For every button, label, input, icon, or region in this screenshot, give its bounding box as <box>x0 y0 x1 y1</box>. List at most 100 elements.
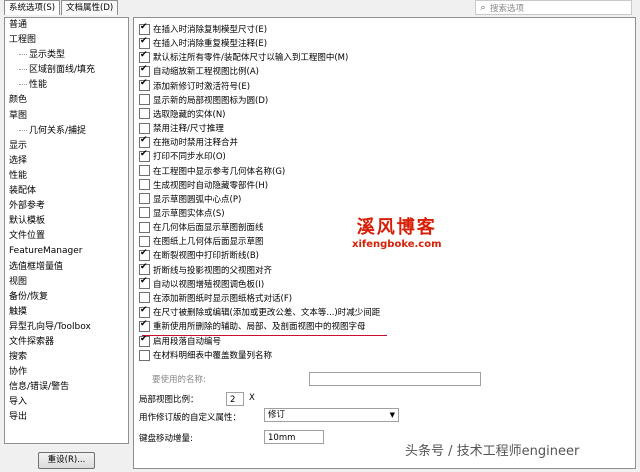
option-checkbox[interactable] <box>139 276 150 290</box>
option-row[interactable]: 在工程图中显示参考几何体名称(G) <box>139 164 285 178</box>
tab-system-options[interactable]: 系统选项(S) <box>4 0 61 15</box>
option-row[interactable]: 在添加新图纸时显示图纸格式对话(F) <box>139 291 292 305</box>
option-label: 显示新的局部视图图标为圆(D) <box>153 95 269 106</box>
option-label: 显示草图圆弧中心点(P) <box>153 194 242 205</box>
tree-item[interactable]: 外部参考 <box>5 199 128 214</box>
option-checkbox[interactable] <box>139 94 150 106</box>
tree-item[interactable]: 性能 <box>5 169 128 184</box>
custom-property-value: 修订 <box>268 410 286 420</box>
tree-item[interactable]: 备份/恢复 <box>5 290 128 305</box>
tab-bar: 系统选项(S) 文档属性(D) <box>4 0 119 15</box>
tree-item[interactable]: FeatureManager <box>5 244 128 259</box>
tree-item[interactable]: 区域剖面线/填充 <box>5 63 128 78</box>
qty-name-input[interactable] <box>309 372 481 386</box>
tree-item[interactable]: 触摸 <box>5 305 128 320</box>
tree-item[interactable]: 协作 <box>5 365 128 380</box>
tree-item[interactable]: 默认模板 <box>5 214 128 229</box>
option-checkbox[interactable] <box>139 78 150 92</box>
option-row[interactable]: 在材料明细表中覆盖数量列名称 <box>139 348 272 362</box>
option-row[interactable]: 在插入时消除复制模型尺寸(E) <box>139 22 267 36</box>
option-row[interactable]: 打印不同步水印(O) <box>139 149 226 163</box>
tree-item[interactable]: 导出 <box>5 410 128 425</box>
detail-scale-label: 局部视图比例： <box>139 395 199 405</box>
option-label: 在断裂视图中打印折断线(B) <box>153 251 259 262</box>
tree-item[interactable]: 草图 <box>5 109 128 124</box>
tree-item[interactable]: 异型孔向导/Toolbox <box>5 320 128 335</box>
option-row[interactable]: 显示草图圆弧中心点(P) <box>139 192 241 206</box>
tree-item[interactable]: 普通 <box>5 18 128 33</box>
option-checkbox[interactable] <box>139 179 150 191</box>
tree-item[interactable]: 显示 <box>5 139 128 154</box>
option-row[interactable]: 添加新修订时激活符号(E) <box>139 78 251 93</box>
option-row[interactable]: 显示草图实体点(S) <box>139 206 225 220</box>
option-row[interactable]: 选取隐藏的实体(N) <box>139 107 226 121</box>
option-checkbox[interactable] <box>139 207 150 219</box>
keyboard-step-input[interactable]: 10mm <box>264 430 324 444</box>
option-checkbox[interactable] <box>139 319 150 332</box>
option-checkbox[interactable] <box>139 349 150 361</box>
reset-button[interactable]: 重设(R)... <box>38 452 95 469</box>
option-row[interactable]: 自动缩放新工程视图比例(A) <box>139 64 259 78</box>
option-row[interactable]: 在拖动时禁用注释合并 <box>139 135 238 149</box>
tree-item[interactable]: 选择 <box>5 154 128 169</box>
option-row[interactable]: 在几何体后面显示草图剖面线 <box>139 220 264 234</box>
option-label: 禁用注释/尺寸推理 <box>153 124 224 135</box>
option-checkbox[interactable] <box>139 165 150 176</box>
option-row[interactable]: 在插入时消除重复模型注释(E) <box>139 36 267 50</box>
option-checkbox[interactable] <box>139 64 150 77</box>
tree-item[interactable]: 性能 <box>5 78 128 93</box>
tree-item[interactable]: 文件位置 <box>5 229 128 244</box>
option-checkbox[interactable] <box>139 108 150 120</box>
tree-item[interactable]: 搜索 <box>5 350 128 365</box>
search-box[interactable]: ⌕ 搜索选项 <box>475 0 632 15</box>
detail-scale-input[interactable]: 2 <box>226 392 244 406</box>
tree-item[interactable]: 装配体 <box>5 184 128 199</box>
option-row[interactable]: 禁用注释/尺寸推理 <box>139 121 224 135</box>
option-checkbox[interactable] <box>139 122 150 134</box>
option-row[interactable]: 生成视图时自动隐藏零部件(H) <box>139 178 268 192</box>
option-row[interactable]: 启用段落自动编号 <box>139 334 221 348</box>
option-label: 在几何体后面显示草图剖面线 <box>153 223 264 234</box>
detail-scale-unit: X <box>249 393 255 403</box>
options-tree: 普通 工程图 显示类型 区域剖面线/填充 性能 颜色 草图 几何关系/捕捉 显示 选择 性能 装配体外… <box>4 17 129 444</box>
footer-credit: 头条号 / 技术工程师engineer <box>405 444 580 459</box>
option-checkbox[interactable] <box>139 149 150 162</box>
tree-item[interactable]: 信息/错误/警告 <box>5 380 128 395</box>
option-row[interactable]: 在断裂视图中打印折断线(B) <box>139 248 259 262</box>
tree-item[interactable]: 显示类型 <box>5 48 128 63</box>
option-row[interactable]: 显示新的局部视图图标为圆(D) <box>139 93 268 107</box>
tree-item[interactable]: 导入 <box>5 395 128 410</box>
option-checkbox[interactable] <box>139 334 150 347</box>
tab-document-properties[interactable]: 文档属性(D) <box>61 0 119 15</box>
option-row[interactable]: 在图纸上几何体后面显示草图 <box>139 234 264 248</box>
option-checkbox[interactable] <box>139 305 150 318</box>
option-checkbox[interactable] <box>139 135 150 148</box>
option-row[interactable]: 默认标注所有零件/装配体尺寸以输入到工程图中(M) <box>139 50 348 64</box>
option-checkbox[interactable] <box>139 193 150 205</box>
custom-property-select[interactable]: 修订 ▼ <box>264 408 399 422</box>
option-row[interactable]: 在尺寸被删除或编辑(添加或更改公差、文本等...)时减少间距 <box>139 305 380 319</box>
option-checkbox[interactable] <box>139 262 150 276</box>
search-input[interactable]: 搜索选项 <box>490 2 524 14</box>
option-checkbox[interactable] <box>139 292 150 304</box>
tree-item[interactable]: 工程图 <box>5 33 128 48</box>
option-label: 打印不同步水印(O) <box>153 152 226 163</box>
option-checkbox[interactable] <box>139 50 150 63</box>
custom-property-label: 用作修订版的自定义属性： <box>139 413 242 423</box>
option-checkbox[interactable] <box>139 235 150 247</box>
tree-item[interactable]: 颜色 <box>5 93 128 108</box>
tree-item[interactable]: 视图 <box>5 275 128 290</box>
option-checkbox[interactable] <box>139 248 150 261</box>
option-checkbox[interactable] <box>139 22 150 35</box>
option-row[interactable]: 重新使用所删除的辅助、局部、及剖面视图中的视图字母 <box>139 319 366 333</box>
tree-item[interactable]: 文件探索器 <box>5 335 128 350</box>
option-row[interactable]: 自动以视图增殖视图调色板(I) <box>139 276 264 291</box>
option-row[interactable]: 折断线与投影视图的父视图对齐 <box>139 262 272 277</box>
option-checkbox[interactable] <box>139 221 150 233</box>
option-checkbox[interactable] <box>139 36 150 49</box>
option-label: 添加新修订时激活符号(E) <box>153 81 251 92</box>
option-label: 在图纸上几何体后面显示草图 <box>153 237 264 248</box>
tree-item[interactable]: 几何关系/捕捉 <box>5 124 128 139</box>
option-label: 显示草图实体点(S) <box>153 208 225 219</box>
tree-item[interactable]: 选值框增量值 <box>5 260 128 275</box>
